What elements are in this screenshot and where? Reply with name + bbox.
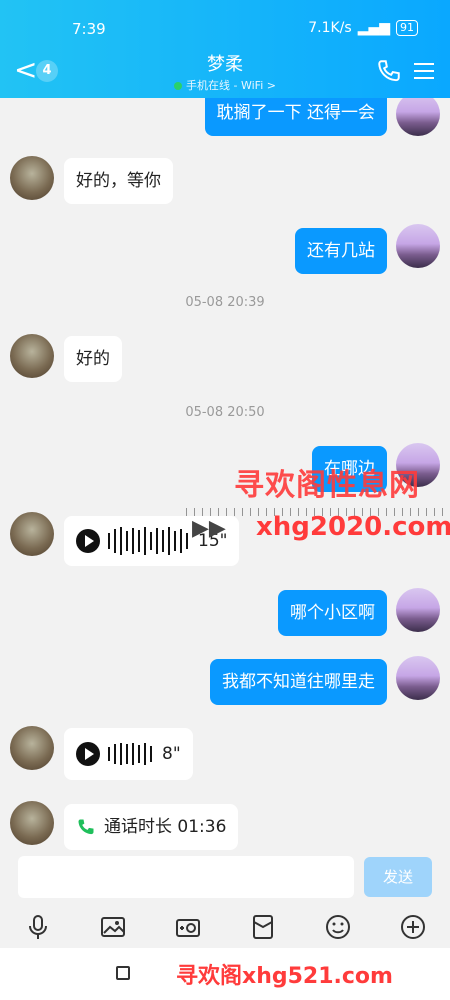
mic-icon[interactable] bbox=[24, 913, 52, 941]
avatar-friend[interactable] bbox=[10, 156, 54, 200]
avatar-me[interactable] bbox=[396, 224, 440, 268]
message-bubble[interactable]: 还有几站 bbox=[295, 228, 387, 274]
phone-call-icon bbox=[78, 819, 94, 835]
avatar-friend[interactable] bbox=[10, 512, 54, 556]
image-icon[interactable] bbox=[99, 913, 127, 941]
play-icon[interactable] bbox=[76, 742, 100, 766]
chat-toolbar bbox=[0, 906, 450, 948]
chat-header: 7:39 7.1K/s ▂▄▆ 91 < 4 梦柔 手机在线 - WiFi > bbox=[0, 0, 450, 98]
message-bubble[interactable]: 在哪边 bbox=[312, 446, 387, 492]
status-bar: 7:39 7.1K/s ▂▄▆ 91 bbox=[0, 18, 450, 42]
voice-message[interactable]: 8" bbox=[64, 728, 193, 780]
avatar-me[interactable] bbox=[396, 656, 440, 700]
signal-icon: ▂▄▆ bbox=[357, 20, 390, 36]
recents-square-icon[interactable] bbox=[116, 966, 130, 980]
online-status-text: 手机在线 - WiFi > bbox=[186, 79, 276, 92]
avatar-me[interactable] bbox=[396, 443, 440, 487]
message-bubble[interactable]: 耽搁了一下 还得一会 bbox=[204, 98, 387, 136]
system-nav-bar bbox=[0, 948, 450, 1000]
call-record-message[interactable]: 通话时长 01:36 bbox=[64, 804, 239, 850]
waveform-icon bbox=[108, 526, 188, 556]
online-dot-icon bbox=[174, 82, 183, 90]
avatar-friend[interactable] bbox=[10, 801, 54, 845]
emoji-icon[interactable] bbox=[324, 913, 352, 941]
message-bubble[interactable]: 好的 bbox=[64, 336, 122, 382]
status-time: 7:39 bbox=[72, 20, 106, 38]
watermark-arrow-icon: ▶▶ bbox=[192, 516, 226, 541]
plus-icon[interactable] bbox=[399, 913, 427, 941]
avatar-friend[interactable] bbox=[10, 726, 54, 770]
phone-icon[interactable] bbox=[376, 58, 402, 84]
message-bubble[interactable]: 我都不知道往哪里走 bbox=[210, 659, 387, 705]
avatar-me[interactable] bbox=[396, 98, 440, 136]
camera-icon[interactable] bbox=[174, 913, 202, 941]
voice-duration: 8" bbox=[162, 744, 181, 764]
timestamp: 05-08 20:39 bbox=[185, 295, 265, 310]
watermark-ruler bbox=[186, 508, 450, 516]
input-bar: 发送 bbox=[0, 850, 450, 906]
battery-icon: 91 bbox=[396, 20, 418, 36]
call-duration: 通话时长 01:36 bbox=[104, 817, 227, 837]
network-speed: 7.1K/s bbox=[308, 20, 352, 36]
message-input[interactable] bbox=[18, 856, 354, 898]
red-envelope-icon[interactable] bbox=[249, 913, 277, 941]
send-button[interactable]: 发送 bbox=[364, 857, 432, 897]
avatar-friend[interactable] bbox=[10, 334, 54, 378]
message-bubble[interactable]: 哪个小区啊 bbox=[278, 590, 387, 636]
menu-icon[interactable] bbox=[414, 62, 434, 80]
message-bubble[interactable]: 好的，等你 bbox=[64, 158, 173, 204]
timestamp: 05-08 20:50 bbox=[185, 405, 265, 420]
waveform-icon bbox=[108, 739, 152, 769]
message-list[interactable]: 耽搁了一下 还得一会 好的，等你 还有几站 05-08 20:39 好的 05-… bbox=[0, 98, 450, 850]
status-icons: 7.1K/s ▂▄▆ 91 bbox=[308, 20, 418, 36]
play-icon[interactable] bbox=[76, 529, 100, 553]
avatar-me[interactable] bbox=[396, 588, 440, 632]
